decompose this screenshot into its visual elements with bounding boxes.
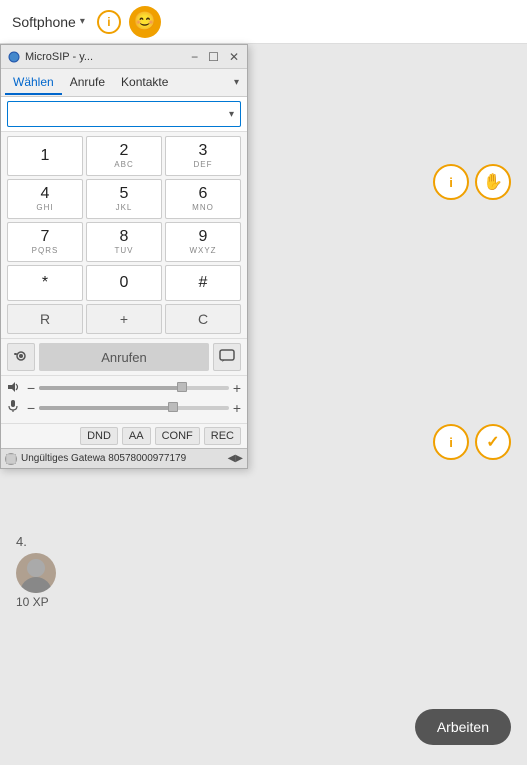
mic-plus[interactable]: +: [233, 400, 241, 416]
mic-icon: [7, 399, 23, 416]
user-number: 4.: [16, 534, 56, 549]
key-1[interactable]: 1: [7, 136, 83, 176]
message-icon: [219, 349, 235, 366]
smiley-icon: 😊: [134, 11, 156, 32]
message-button[interactable]: [213, 343, 241, 371]
info-icon-bottom: i: [449, 435, 453, 450]
camera-icon: [13, 349, 29, 365]
conf-button[interactable]: CONF: [155, 427, 200, 445]
key-0[interactable]: 0: [86, 265, 162, 301]
speaker-slider-row: − +: [7, 380, 241, 396]
hand-circle-button[interactable]: ✋: [475, 164, 511, 200]
right-icons-top: i ✋: [433, 164, 511, 200]
maximize-button[interactable]: ☐: [206, 51, 221, 63]
dial-input-area: ▾: [1, 97, 247, 132]
user-area: 4. 10 XP: [16, 534, 56, 609]
speaker-track[interactable]: [39, 386, 229, 390]
speaker-thumb: [177, 382, 187, 392]
speaker-minus[interactable]: −: [27, 380, 35, 396]
keypad: 1 2 ABC 3 DEF 4 GHI 5 JKL: [1, 132, 247, 338]
dial-input-box[interactable]: ▾: [7, 101, 241, 127]
tab-dropdown-button[interactable]: ▾: [230, 75, 243, 90]
key-plus-label: +: [120, 311, 128, 327]
user-xp: 10 XP: [16, 595, 56, 609]
softphone-dropdown[interactable]: Softphone ▾: [12, 14, 85, 30]
key-3[interactable]: 3 DEF: [165, 136, 241, 176]
top-bar: Softphone ▾ i 😊: [0, 0, 527, 44]
minimize-button[interactable]: −: [189, 51, 200, 63]
tab-bar: Wählen Anrufe Kontakte ▾: [1, 69, 247, 97]
speaker-plus[interactable]: +: [233, 380, 241, 396]
mic-thumb: [168, 402, 178, 412]
key-4[interactable]: 4 GHI: [7, 179, 83, 219]
dnd-button[interactable]: DND: [80, 427, 118, 445]
bottom-btn-bar: DND AA CONF REC: [1, 423, 247, 448]
tab-kontakte[interactable]: Kontakte: [113, 71, 176, 95]
keypad-grid: 1 2 ABC 3 DEF 4 GHI 5 JKL: [7, 136, 241, 301]
call-button[interactable]: Anrufen: [39, 343, 209, 371]
mic-slider-row: − +: [7, 399, 241, 416]
special-row: R + C: [7, 304, 241, 334]
mic-track[interactable]: [39, 406, 229, 410]
microsip-window: MicroSIP - y... − ☐ ✕ Wählen Anrufe Kont…: [0, 44, 248, 469]
dial-chevron-icon: ▾: [229, 109, 234, 120]
key-plus[interactable]: +: [86, 304, 162, 334]
status-icon: [5, 453, 17, 465]
tab-anrufe[interactable]: Anrufe: [62, 71, 113, 95]
info-icon-top: i: [449, 175, 453, 190]
microsip-title-icon: [7, 50, 21, 64]
user-avatar: [16, 553, 56, 593]
mic-minus[interactable]: −: [27, 400, 35, 416]
window-title-text: MicroSIP - y...: [25, 51, 189, 63]
info-circle-button-top[interactable]: i: [433, 164, 469, 200]
sliders-area: − + −: [1, 375, 247, 423]
window-controls: − ☐ ✕: [189, 51, 241, 63]
top-bar-title: Softphone: [12, 14, 76, 30]
key-c-label: C: [198, 311, 208, 327]
right-icons-bottom: i ✓: [433, 424, 511, 460]
hand-icon: ✋: [483, 172, 503, 192]
speaker-fill: [39, 386, 181, 390]
key-r-label: R: [40, 311, 50, 327]
dropdown-arrow-icon: ▾: [80, 16, 85, 27]
mic-fill: [39, 406, 172, 410]
key-c[interactable]: C: [165, 304, 241, 334]
key-9[interactable]: 9 WXYZ: [165, 222, 241, 262]
key-star[interactable]: *: [7, 265, 83, 301]
info-circle-button-bottom[interactable]: i: [433, 424, 469, 460]
check-circle-button[interactable]: ✓: [475, 424, 511, 460]
key-7[interactable]: 7 PQRS: [7, 222, 83, 262]
key-2[interactable]: 2 ABC: [86, 136, 162, 176]
key-6[interactable]: 6 MNO: [165, 179, 241, 219]
key-8[interactable]: 8 TUV: [86, 222, 162, 262]
key-5[interactable]: 5 JKL: [86, 179, 162, 219]
key-hash[interactable]: #: [165, 265, 241, 301]
status-text: Ungültiges Gatewa 80578000977179: [21, 453, 186, 464]
check-icon: ✓: [486, 432, 499, 452]
info-button[interactable]: i: [97, 10, 121, 34]
info-icon: i: [107, 15, 110, 29]
camera-button[interactable]: [7, 343, 35, 371]
rec-button[interactable]: REC: [204, 427, 241, 445]
main-area: MicroSIP - y... − ☐ ✕ Wählen Anrufe Kont…: [0, 44, 527, 765]
key-r[interactable]: R: [7, 304, 83, 334]
window-titlebar: MicroSIP - y... − ☐ ✕: [1, 45, 247, 69]
status-bar: Ungültiges Gatewa 80578000977179 ◀▶: [1, 448, 247, 468]
close-button[interactable]: ✕: [227, 51, 241, 63]
tab-wahlen[interactable]: Wählen: [5, 71, 62, 95]
speaker-icon: [7, 381, 23, 396]
status-arrows[interactable]: ◀▶: [228, 453, 243, 464]
aa-button[interactable]: AA: [122, 427, 151, 445]
call-row: Anrufen: [1, 338, 247, 375]
smiley-button[interactable]: 😊: [129, 6, 161, 38]
arbeiten-button[interactable]: Arbeiten: [415, 709, 511, 745]
